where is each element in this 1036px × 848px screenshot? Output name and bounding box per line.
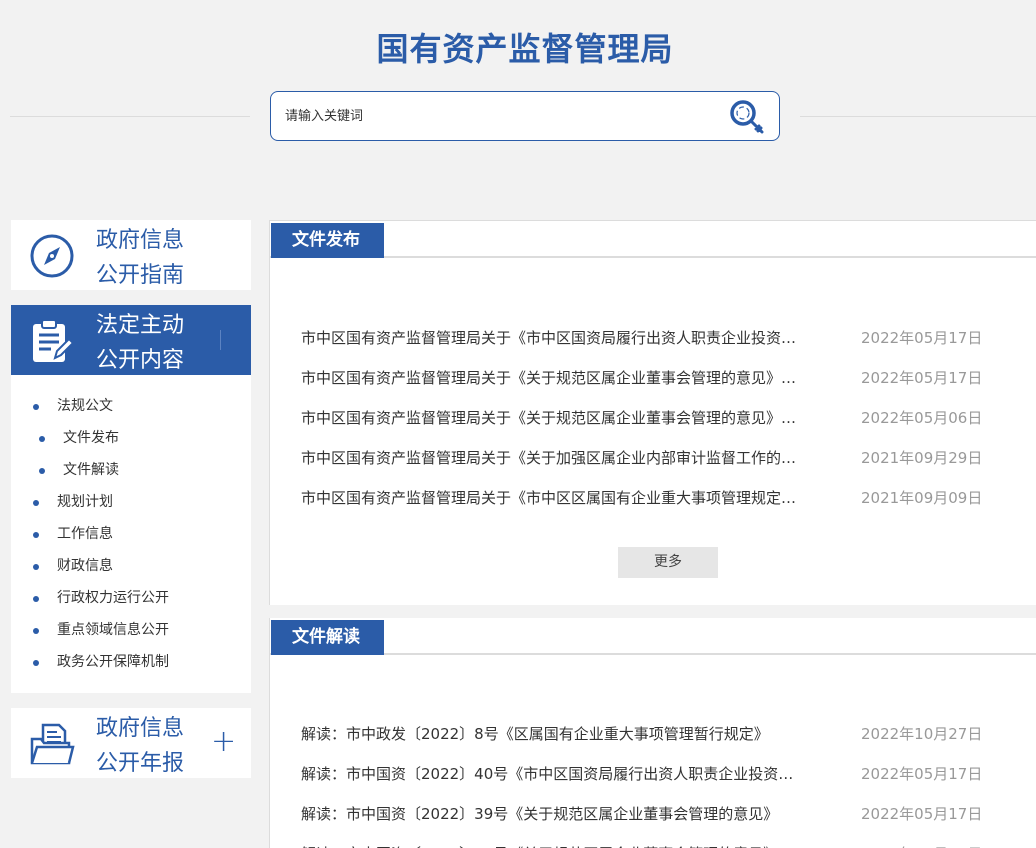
list-item-date: 2022年05月17日 bbox=[861, 765, 983, 783]
list-item-date: 2022年05月17日 bbox=[861, 329, 983, 347]
sidebar-item-label: 规划计划 bbox=[57, 494, 113, 510]
list-item[interactable]: 解读：市中国资〔2022〕40号《市中区国资局履行出资人职责企业投资… 2022年… bbox=[301, 754, 1001, 794]
bullet-icon bbox=[33, 500, 39, 506]
sidebar-item-label: 文件发布 bbox=[63, 430, 119, 446]
bullet-icon bbox=[39, 436, 45, 442]
sidebar-item-regulations[interactable]: 法规公文 bbox=[11, 390, 251, 422]
sidebar-item-finance[interactable]: 财政信息 bbox=[11, 550, 251, 582]
list-item-date: 2022年05月06日 bbox=[861, 409, 983, 427]
list-item-title[interactable]: 市中区国有资产监督管理局关于《关于规范区属企业董事会管理的意见》… bbox=[301, 398, 831, 438]
list-item[interactable]: 解读：市中国资〔2022〕39号《关于规范区属企业董事会管理的意见》 2022年0… bbox=[301, 794, 1001, 834]
header-divider-right bbox=[800, 116, 1036, 117]
list-item-title[interactable]: 解读：市中国资〔2022〕36号《关于规范区属企业董事会管理的意见》 bbox=[301, 834, 831, 848]
active-title-line1: 法定主动 bbox=[96, 313, 185, 338]
file-release-panel: 文件发布 市中区国有资产监督管理局关于《市中区国资局履行出资人职责企业投资… 20… bbox=[269, 220, 1036, 605]
sidebar-item-file-release[interactable]: 文件发布 bbox=[11, 422, 251, 454]
list-item-title[interactable]: 解读：市中政发〔2022〕8号《区属国有企业重大事项管理暂行规定》 bbox=[301, 714, 831, 754]
tab-file-release[interactable]: 文件发布 bbox=[271, 223, 384, 258]
bullet-icon bbox=[33, 628, 39, 634]
active-title-line2: 公开内容 bbox=[96, 348, 185, 373]
sidebar-item-label: 财政信息 bbox=[57, 558, 113, 574]
list-item-date: 2022年10月27日 bbox=[861, 725, 983, 743]
sidebar-item-safeguard[interactable]: 政务公开保障机制 bbox=[11, 646, 251, 678]
sidebar-active-card[interactable]: 法定主动 公开内容 bbox=[11, 305, 251, 375]
bullet-icon bbox=[33, 596, 39, 602]
more-button[interactable]: 更多 bbox=[618, 547, 718, 578]
sidebar-guide-card[interactable]: 政府信息 公开指南 bbox=[11, 220, 251, 290]
page-title: 国有资产监督管理局 bbox=[376, 30, 674, 68]
list-item[interactable]: 市中区国有资产监督管理局关于《关于规范区属企业董事会管理的意见》… 2022年05… bbox=[301, 358, 1001, 398]
list-item-title[interactable]: 解读：市中国资〔2022〕39号《关于规范区属企业董事会管理的意见》 bbox=[301, 794, 831, 834]
active-title: 法定主动 公开内容 bbox=[96, 308, 216, 378]
search-input[interactable] bbox=[285, 104, 705, 128]
panel-tab-bar: 文件发布 bbox=[270, 221, 1036, 258]
guide-title-line1: 政府信息 bbox=[96, 228, 185, 253]
sidebar-annual-card[interactable]: 政府信息 公开年报 + bbox=[11, 708, 251, 778]
list-item-title[interactable]: 市中区国有资产监督管理局关于《关于规范区属企业董事会管理的意见》… bbox=[301, 358, 831, 398]
list-item-date: 2021年09月29日 bbox=[861, 449, 983, 467]
list-item[interactable]: 市中区国有资产监督管理局关于《关于规范区属企业董事会管理的意见》… 2022年05… bbox=[301, 398, 1001, 438]
sidebar-item-file-interpretation[interactable]: 文件解读 bbox=[11, 454, 251, 486]
search-icon bbox=[730, 100, 764, 134]
guide-title-line2: 公开指南 bbox=[96, 263, 185, 288]
file-release-list: 市中区国有资产监督管理局关于《市中区国资局履行出资人职责企业投资… 2022年05… bbox=[301, 318, 1001, 518]
annual-title-line2: 公开年报 bbox=[96, 751, 185, 776]
list-item[interactable]: 市中区国有资产监督管理局关于《市中区区属国有企业重大事项管理规定… 2021年09… bbox=[301, 478, 1001, 518]
document-edit-icon bbox=[33, 319, 75, 362]
list-item[interactable]: 市中区国有资产监督管理局关于《市中区国资局履行出资人职责企业投资… 2022年05… bbox=[301, 318, 1001, 358]
bullet-icon bbox=[33, 660, 39, 666]
sidebar-item-label: 文件解读 bbox=[63, 462, 119, 478]
bullet-icon bbox=[39, 468, 45, 474]
list-item-title[interactable]: 市中区国有资产监督管理局关于《关于加强区属企业内部审计监督工作的… bbox=[301, 438, 831, 478]
bullet-icon bbox=[33, 404, 39, 410]
list-item-date: 2021年09月09日 bbox=[861, 489, 983, 507]
panel-tab-bar: 文件解读 bbox=[270, 618, 1036, 655]
sidebar-item-key-areas[interactable]: 重点领域信息公开 bbox=[11, 614, 251, 646]
header-divider-left bbox=[10, 116, 250, 117]
guide-title: 政府信息 公开指南 bbox=[96, 223, 216, 293]
sidebar-item-label: 行政权力运行公开 bbox=[57, 590, 169, 606]
sidebar-item-planning[interactable]: 规划计划 bbox=[11, 486, 251, 518]
sidebar-item-work-info[interactable]: 工作信息 bbox=[11, 518, 251, 550]
list-item-title[interactable]: 解读：市中国资〔2022〕40号《市中区国资局履行出资人职责企业投资… bbox=[301, 754, 831, 794]
list-item-date: 2022年05月06日 bbox=[861, 834, 982, 848]
search-box bbox=[270, 91, 780, 141]
sidebar-item-label: 工作信息 bbox=[57, 526, 113, 542]
sidebar-menu: 法规公文 文件发布 文件解读 规划计划 工作信息 财政信息 行政权力运行公开 重… bbox=[11, 375, 251, 693]
list-item-title[interactable]: 市中区国有资产监督管理局关于《市中区国资局履行出资人职责企业投资… bbox=[301, 318, 831, 358]
list-item-date: 2022年05月17日 bbox=[861, 805, 983, 823]
file-interpretation-panel: 文件解读 解读：市中政发〔2022〕8号《区属国有企业重大事项管理暂行规定》 20… bbox=[269, 618, 1036, 848]
compass-icon bbox=[30, 234, 74, 278]
list-item-title[interactable]: 市中区国有资产监督管理局关于《市中区区属国有企业重大事项管理规定… bbox=[301, 478, 831, 518]
folder-icon bbox=[30, 723, 75, 765]
bullet-icon bbox=[33, 532, 39, 538]
list-item-date: 2022年05月17日 bbox=[861, 369, 983, 387]
annual-title-line1: 政府信息 bbox=[96, 716, 185, 741]
sidebar-item-label: 政务公开保障机制 bbox=[57, 654, 169, 670]
tab-file-interpretation[interactable]: 文件解读 bbox=[271, 620, 384, 655]
expand-plus-icon[interactable]: + bbox=[211, 724, 236, 760]
active-divider bbox=[220, 330, 221, 350]
list-item[interactable]: 市中区国有资产监督管理局关于《关于加强区属企业内部审计监督工作的… 2021年09… bbox=[301, 438, 1001, 478]
sidebar-item-label: 法规公文 bbox=[57, 398, 113, 414]
file-interpretation-list: 解读：市中政发〔2022〕8号《区属国有企业重大事项管理暂行规定》 2022年10… bbox=[301, 714, 1001, 848]
annual-title: 政府信息 公开年报 bbox=[96, 711, 216, 781]
search-button[interactable] bbox=[727, 97, 767, 137]
bullet-icon bbox=[33, 564, 39, 570]
list-item[interactable]: 解读：市中政发〔2022〕8号《区属国有企业重大事项管理暂行规定》 2022年10… bbox=[301, 714, 1001, 754]
sidebar-item-admin-power[interactable]: 行政权力运行公开 bbox=[11, 582, 251, 614]
list-item[interactable]: 解读：市中国资〔2022〕36号《关于规范区属企业董事会管理的意见》 2022年0… bbox=[301, 834, 1001, 848]
sidebar-item-label: 重点领域信息公开 bbox=[57, 622, 169, 638]
